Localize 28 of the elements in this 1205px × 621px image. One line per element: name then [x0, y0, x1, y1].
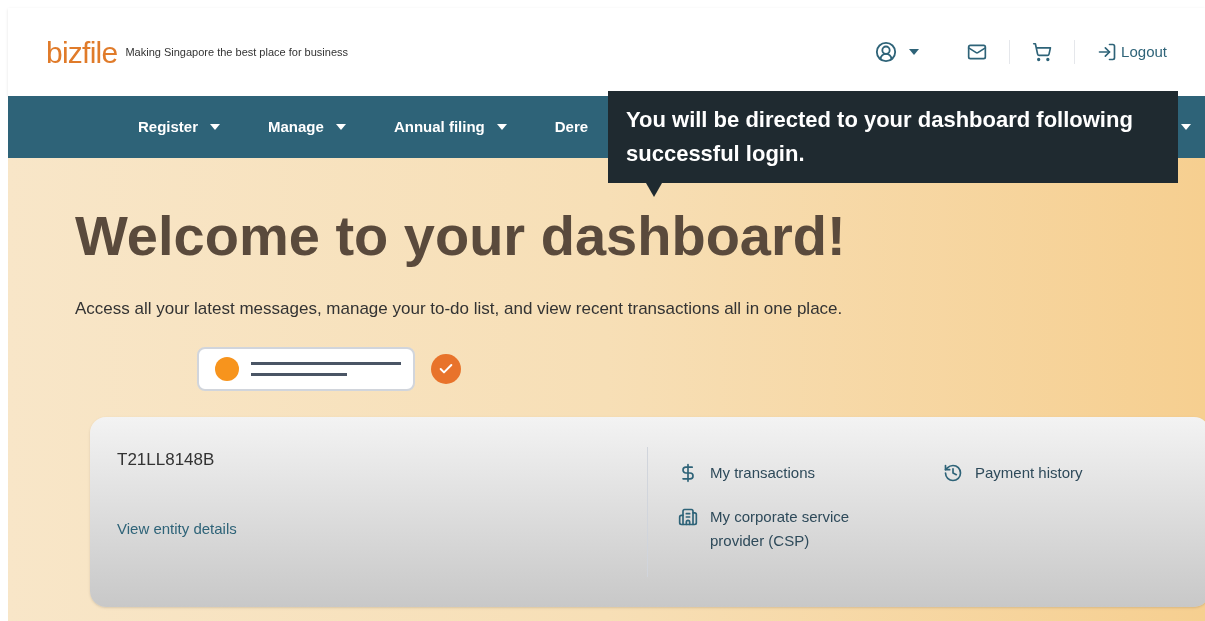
- view-entity-details-link[interactable]: View entity details: [117, 518, 647, 541]
- history-icon: [943, 462, 963, 483]
- quick-link[interactable]: My corporate service provider (CSP): [678, 504, 898, 553]
- user-icon: [875, 41, 898, 63]
- check-icon: [431, 353, 461, 384]
- entity-uen: T21LL8148B: [117, 448, 216, 471]
- logout-button[interactable]: Logout: [1097, 40, 1167, 64]
- cart-button[interactable]: [1032, 42, 1053, 62]
- tooltip: You will be directed to your dashboard following successful login.: [608, 91, 1178, 183]
- quick-link[interactable]: Payment history: [943, 460, 1163, 485]
- mail-button[interactable]: [967, 42, 988, 62]
- caret-icon: [1181, 124, 1191, 130]
- tagline: Making Singapore the best place for business: [125, 44, 349, 60]
- profile-menu-button[interactable]: [875, 41, 920, 63]
- caret-icon: [210, 124, 221, 130]
- caret-icon: [496, 124, 507, 130]
- caret-icon: [909, 49, 920, 55]
- mail-icon: [967, 42, 988, 62]
- welcome-subtitle: Access all your latest messages, manage your to-do list, and view recent transactions all in one place.: [75, 298, 844, 320]
- nav-menu-item[interactable]: Register: [138, 115, 221, 139]
- quick-link[interactable]: My transactions: [678, 460, 898, 485]
- nav-menu-item[interactable]: Annual filing: [393, 115, 507, 139]
- nav-menu-item[interactable]: Manage: [268, 115, 346, 139]
- building-icon: [678, 506, 698, 527]
- caret-icon: [335, 124, 346, 130]
- logout-icon: [1097, 42, 1118, 62]
- cart-icon: [1032, 42, 1053, 62]
- nav-menu-item[interactable]: Dere: [554, 115, 589, 139]
